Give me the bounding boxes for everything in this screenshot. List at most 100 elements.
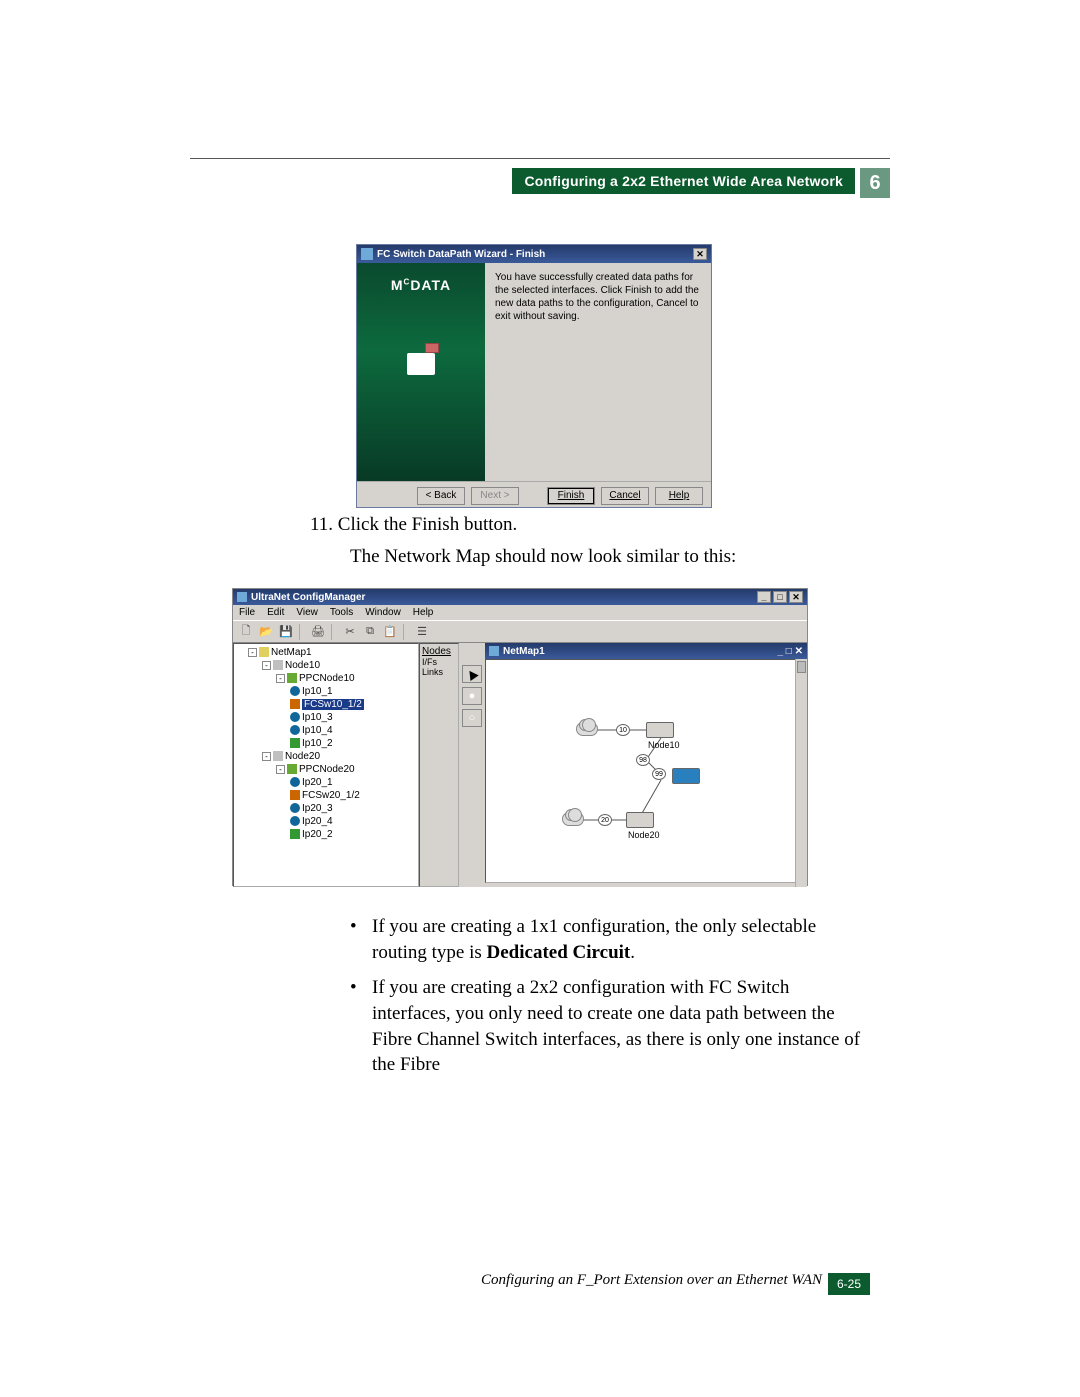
- close-icon[interactable]: ✕: [789, 591, 803, 603]
- tree-ip20-3[interactable]: Ip20_3: [302, 803, 333, 814]
- header-rule: [190, 158, 890, 159]
- chapter-number: 6: [860, 168, 890, 198]
- ip-icon: [290, 777, 300, 787]
- switch-icon[interactable]: [672, 768, 700, 784]
- fc-icon: [290, 699, 300, 709]
- expand-icon[interactable]: -: [276, 765, 285, 774]
- data-icon: [290, 738, 300, 748]
- open-icon[interactable]: 📂: [257, 624, 275, 640]
- close-icon[interactable]: ✕: [693, 248, 707, 260]
- node-icon: [273, 751, 283, 761]
- step-text: Click the Finish button.: [338, 514, 517, 535]
- copy-icon[interactable]: ⧉: [361, 624, 379, 640]
- paste-icon[interactable]: 📋: [381, 624, 399, 640]
- back-button[interactable]: < Back: [417, 487, 465, 505]
- canvas-title: NetMap1: [503, 646, 545, 657]
- cancel-button-label: Cancel: [609, 490, 640, 501]
- expand-icon[interactable]: -: [248, 648, 257, 657]
- expand-icon[interactable]: -: [262, 752, 271, 761]
- port-20[interactable]: 20: [598, 814, 612, 826]
- back-button-label: < Back: [426, 490, 457, 501]
- pointer-tool-icon[interactable]: [462, 665, 482, 683]
- menu-view[interactable]: View: [296, 607, 318, 618]
- menu-window[interactable]: Window: [365, 607, 401, 618]
- ip-icon: [290, 816, 300, 826]
- maximize-icon[interactable]: □: [786, 646, 792, 657]
- port-99[interactable]: 99: [652, 768, 666, 780]
- tree-ip10-2[interactable]: Ip10_2: [302, 738, 333, 749]
- link-tool-icon[interactable]: ○: [462, 709, 482, 727]
- device-node20[interactable]: [626, 812, 654, 828]
- fc-icon: [290, 790, 300, 800]
- save-icon[interactable]: 💾: [277, 624, 295, 640]
- tree-node10[interactable]: Node10: [285, 660, 320, 671]
- bullet-list: If you are creating a 1x1 configuration,…: [350, 914, 870, 1088]
- cm-tree[interactable]: -NetMap1 -Node10 -PPCNode10 Ip10_1 FCSw1…: [233, 643, 419, 887]
- cancel-button[interactable]: Cancel: [601, 487, 649, 505]
- map-icon: [259, 647, 269, 657]
- network-map-canvas[interactable]: 10 Node10 98 99 20 Node20: [485, 659, 807, 883]
- ip-icon: [290, 712, 300, 722]
- cm-canvas-frame: NetMap1 _ □ ✕: [485, 643, 807, 887]
- scrollbar-thumb[interactable]: [797, 661, 806, 673]
- footer-title: Configuring an F_Port Extension over an …: [481, 1272, 822, 1289]
- port-98[interactable]: 98: [636, 754, 650, 766]
- finish-button[interactable]: Finish: [547, 487, 595, 505]
- port-10[interactable]: 10: [616, 724, 630, 736]
- wizard-message: You have successfully created data paths…: [485, 263, 711, 481]
- node-tool-icon[interactable]: ●: [462, 687, 482, 705]
- tree-ip20-4[interactable]: Ip20_4: [302, 816, 333, 827]
- finish-button-label: Finish: [558, 490, 585, 501]
- cm-legend: Nodes I/Fs Links: [419, 643, 459, 887]
- tree-ip10-4[interactable]: Ip10_4: [302, 725, 333, 736]
- wizard-titlebar: FC Switch DataPath Wizard - Finish ✕: [357, 245, 711, 263]
- tree-root[interactable]: NetMap1: [271, 647, 312, 658]
- help-button[interactable]: Help: [655, 487, 703, 505]
- ppc-icon: [287, 673, 297, 683]
- expand-icon[interactable]: -: [262, 661, 271, 670]
- next-button: Next >: [471, 487, 519, 505]
- tree-ppcnode10[interactable]: PPCNode10: [299, 673, 355, 684]
- cm-toolbar: 🗋 📂 💾 🖨 ✂ ⧉ 📋 ☰: [233, 621, 807, 643]
- minimize-icon[interactable]: _: [757, 591, 771, 603]
- data-icon: [290, 829, 300, 839]
- close-icon[interactable]: ✕: [795, 646, 803, 657]
- menu-file[interactable]: File: [239, 607, 255, 618]
- minimize-icon[interactable]: _: [777, 646, 783, 657]
- next-button-label: Next >: [480, 490, 509, 501]
- brand-data: DATA: [410, 277, 451, 293]
- menu-edit[interactable]: Edit: [267, 607, 284, 618]
- maximize-icon[interactable]: □: [773, 591, 787, 603]
- tree-ip20-2[interactable]: Ip20_2: [302, 829, 333, 840]
- new-icon[interactable]: 🗋: [237, 624, 255, 640]
- configmanager-window: UltraNet ConfigManager _ □ ✕ File Edit V…: [232, 588, 808, 886]
- tree-ip10-3[interactable]: Ip10_3: [302, 712, 333, 723]
- tree-ip10-1[interactable]: Ip10_1: [302, 686, 333, 697]
- ppc-icon: [287, 764, 297, 774]
- cut-icon[interactable]: ✂: [341, 624, 359, 640]
- bullet-1-post: .: [630, 942, 635, 963]
- bullet-2: If you are creating a 2x2 configuration …: [350, 975, 870, 1078]
- legend-nodes: Nodes: [422, 646, 456, 657]
- cloud-icon: [576, 722, 598, 736]
- expand-icon[interactable]: -: [276, 674, 285, 683]
- tree-node20[interactable]: Node20: [285, 751, 320, 762]
- legend-links: Links: [422, 667, 456, 677]
- tree-fcsw10[interactable]: FCSw10_1/2: [302, 699, 364, 710]
- device-node10[interactable]: [646, 722, 674, 738]
- bullet-1: If you are creating a 1x1 configuration,…: [350, 914, 870, 965]
- wizard-title: FC Switch DataPath Wizard - Finish: [377, 249, 545, 260]
- props-icon[interactable]: ☰: [413, 624, 431, 640]
- vertical-scrollbar[interactable]: [795, 659, 807, 887]
- cm-tool-palette: ● ○: [459, 643, 485, 887]
- menu-help[interactable]: Help: [413, 607, 434, 618]
- step-number: 11.: [310, 514, 333, 535]
- menu-tools[interactable]: Tools: [330, 607, 353, 618]
- step-line: 11. Click the Finish button.: [310, 514, 517, 536]
- tree-ip20-1[interactable]: Ip20_1: [302, 777, 333, 788]
- label-node10: Node10: [648, 740, 680, 750]
- tree-fcsw20[interactable]: FCSw20_1/2: [302, 790, 360, 801]
- print-icon[interactable]: 🖨: [309, 624, 327, 640]
- tree-ppcnode20[interactable]: PPCNode20: [299, 764, 355, 775]
- wizard-icon: [361, 248, 373, 260]
